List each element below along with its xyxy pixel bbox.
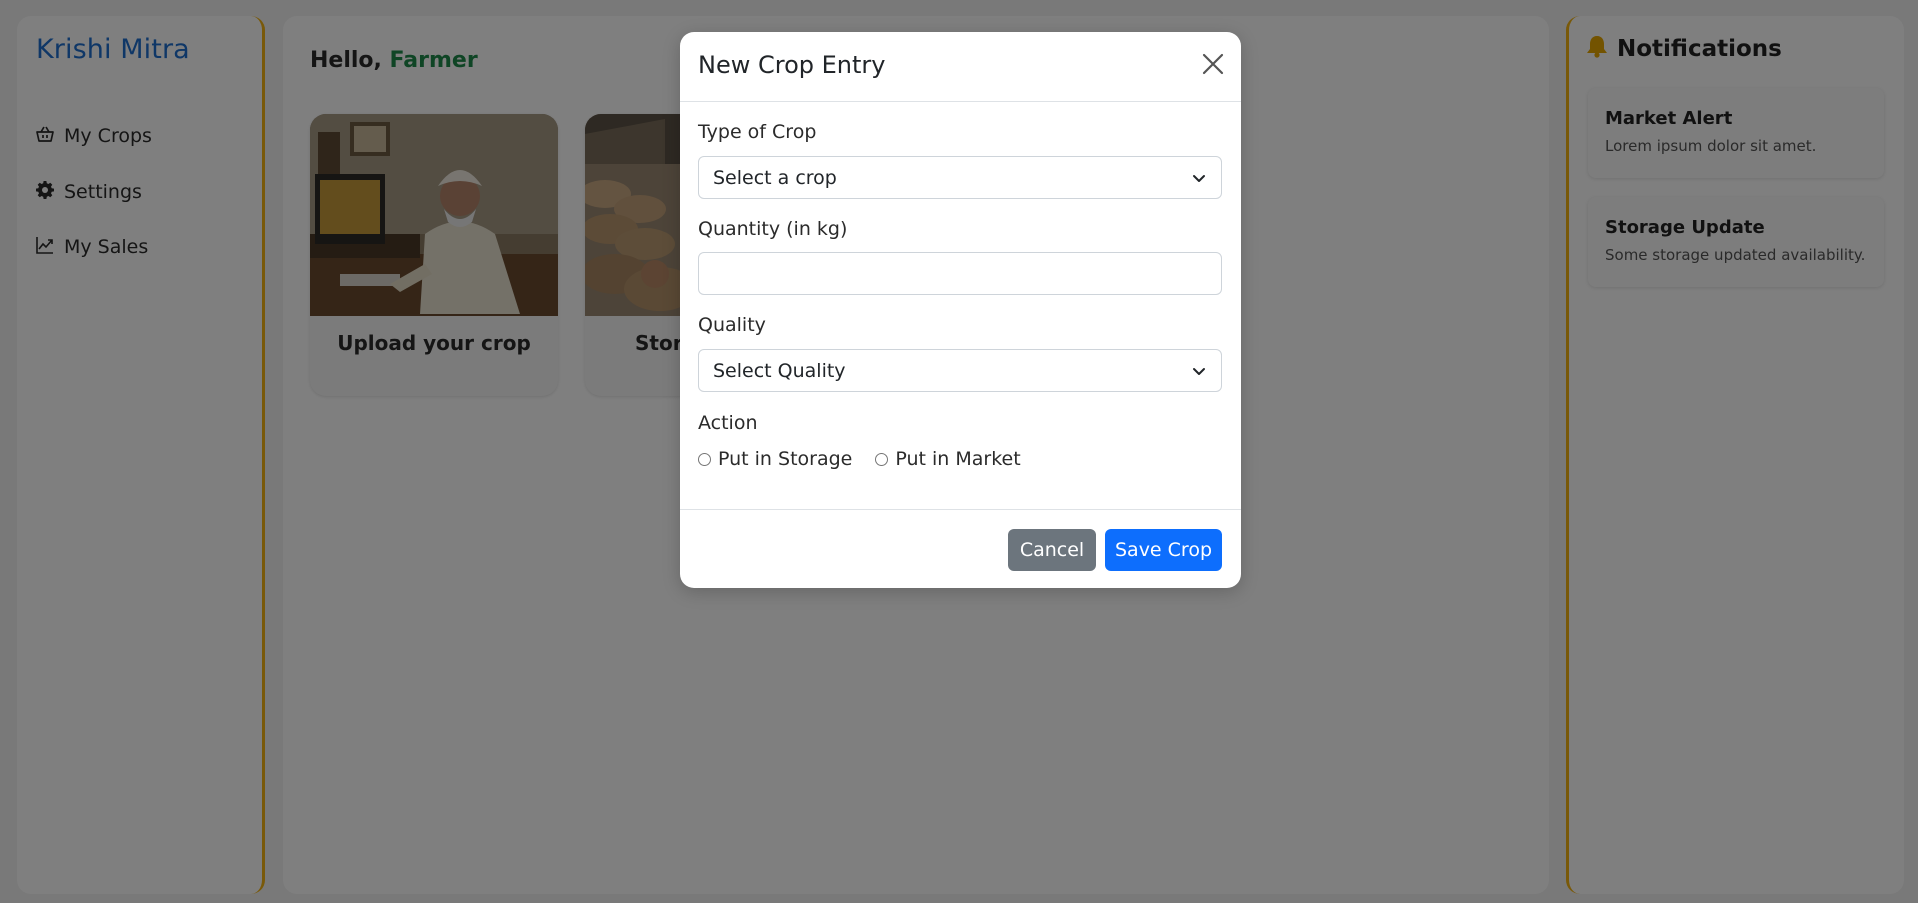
market-radio[interactable] [875,452,889,466]
quantity-input[interactable] [698,252,1222,295]
radio-label: Put in Storage [718,448,853,470]
modal-footer: Cancel Save Crop [680,509,1241,588]
close-icon [1202,53,1224,75]
modal-title: New Crop Entry [698,51,886,79]
radio-label: Put in Market [895,448,1021,470]
action-radio-group: Put in Storage Put in Market [698,448,1044,470]
crop-type-value: Select a crop [713,166,837,189]
cancel-button[interactable]: Cancel [1008,529,1096,571]
radio-option-market[interactable]: Put in Market [875,448,1021,470]
modal-header: New Crop Entry [680,32,1241,102]
quality-select[interactable]: Select Quality [698,349,1222,392]
crop-type-select[interactable]: Select a crop [698,156,1222,199]
radio-option-storage[interactable]: Put in Storage [698,448,852,470]
quality-label: Quality [698,314,766,336]
new-crop-modal: New Crop Entry Type of Crop Select a cro… [680,32,1241,588]
action-label: Action [698,412,758,434]
save-crop-button[interactable]: Save Crop [1105,529,1222,571]
quantity-label: Quantity (in kg) [698,218,848,240]
chevron-down-icon [1193,368,1205,375]
quality-value: Select Quality [713,359,846,382]
chevron-down-icon [1193,175,1205,182]
storage-radio[interactable] [698,452,711,466]
close-button[interactable] [1199,50,1227,78]
crop-type-label: Type of Crop [698,121,817,143]
